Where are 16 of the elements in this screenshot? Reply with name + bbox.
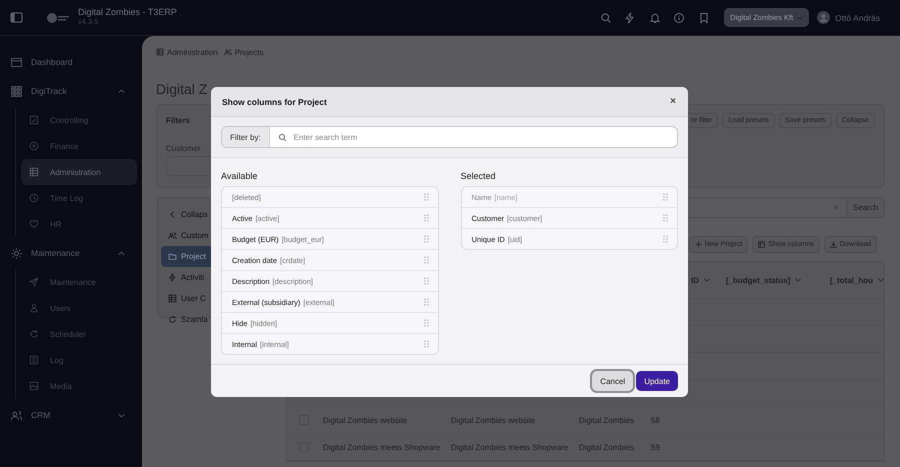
table-cell-text: Digital Zombies	[578, 416, 636, 424]
column-list-title: Available	[221, 171, 258, 181]
table-cell-text: Digital Zombies	[578, 442, 636, 452]
page-heading: Digital Z	[156, 80, 208, 99]
user-name: Ottó András	[835, 12, 880, 22]
column-list-title: Selected	[460, 171, 497, 181]
filters-title: Filters	[166, 116, 190, 125]
table-cell-text: Digital Zombies website	[322, 416, 408, 424]
table-cell-text: Digital Zombies meets Shopware	[450, 442, 570, 452]
app-title: Digital Zombies - T3ERP	[78, 8, 177, 18]
table-cell-text: 58	[650, 416, 661, 424]
table-cell-text: 59	[650, 442, 661, 452]
dialog-title: Show columns for Project	[222, 96, 327, 106]
table-cell-text: Digital Zombies meets Shopware	[322, 442, 442, 452]
filter-label: Filter by:	[222, 127, 270, 147]
table-cell-text: Digital Zombies website	[450, 416, 536, 424]
